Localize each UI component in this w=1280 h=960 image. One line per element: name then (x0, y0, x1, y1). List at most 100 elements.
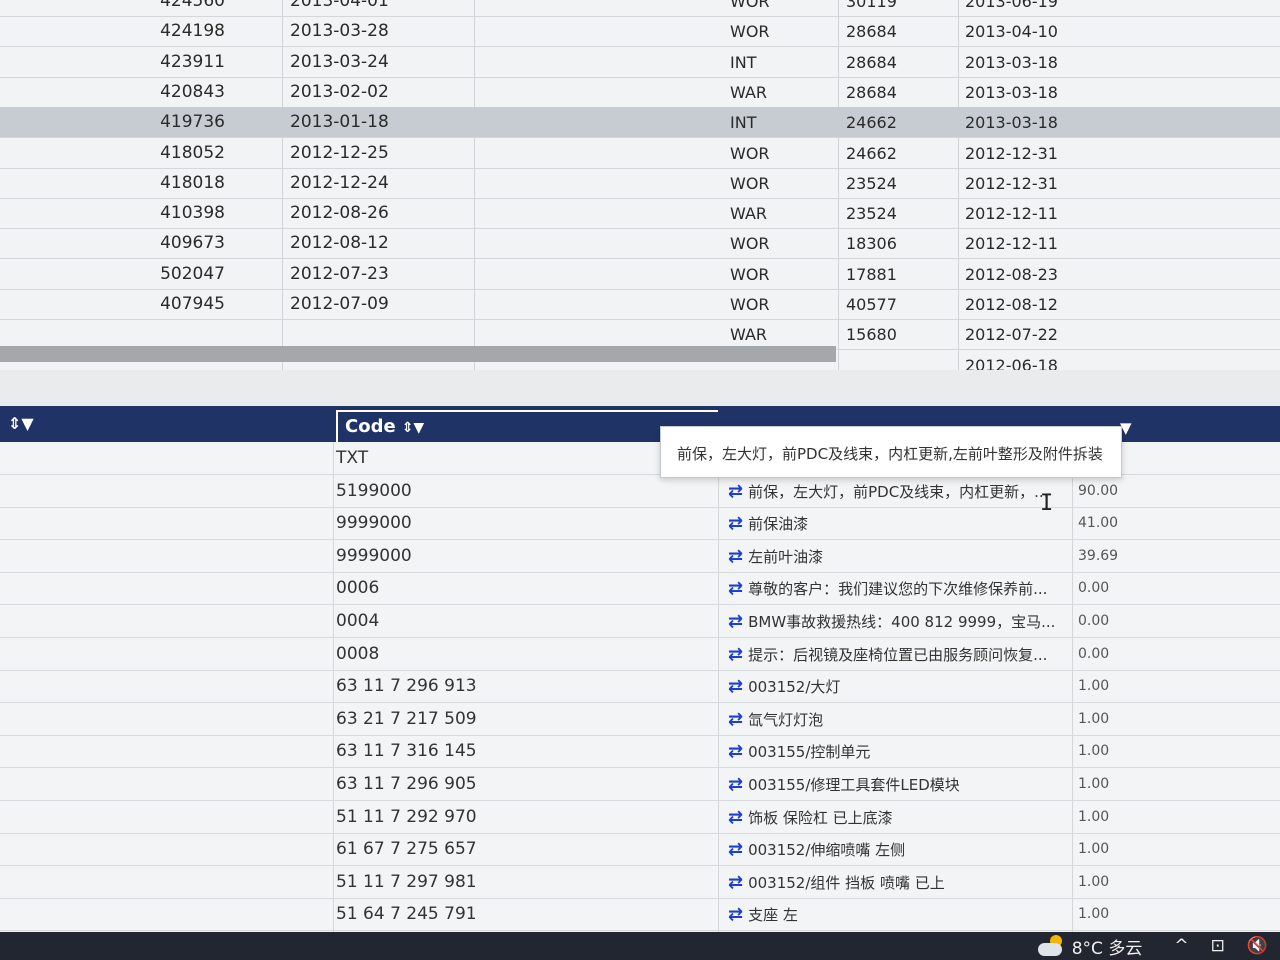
table-row[interactable]: 9999000 ⇄ 前保油漆 41.00 (0, 507, 1280, 541)
swap-arrows-icon[interactable]: ⇄ (728, 709, 743, 730)
quantity-cell: 1.00 (1078, 873, 1110, 890)
table-row[interactable]: 407945 2012-07-09 WOR 40577 2012-08-12 (0, 289, 1280, 320)
description-cell[interactable]: ⇄ 饰板 保险杠 已上底漆 (728, 801, 1068, 834)
table-row[interactable]: 502047 2012-07-23 WOR 17881 2012-08-23 (0, 259, 1280, 290)
description-cell[interactable]: ⇄ 尊敬的客户：我们建议您的下次维修保养前... (728, 572, 1068, 605)
table-row[interactable]: 61 67 7 275 657 ⇄ 003152/伸缩喷嘴 左侧 1.00 (0, 833, 1280, 867)
table-row[interactable]: 63 21 7 217 509 ⇄ 氙气灯灯泡 1.00 (0, 703, 1280, 736)
description-cell[interactable]: ⇄ 003152/大灯 (728, 670, 1068, 703)
swap-arrows-icon[interactable]: ⇄ (728, 513, 743, 534)
table-row[interactable]: 0008 ⇄ 提示：后视镜及座椅位置已由服务顾问恢复... 0.00 (0, 638, 1280, 671)
description-cell[interactable]: ⇄ 003155/修理工具套件LED模块 (728, 768, 1068, 801)
table-row[interactable]: 51 64 7 245 791 ⇄ 支座 左 1.00 (0, 898, 1280, 932)
sort-filter-icon[interactable]: ⇕▼ (8, 406, 34, 442)
order-id-cell: 419736 (160, 112, 225, 133)
table-row[interactable]: 423911 2013-03-24 INT 28684 2013-03-18 (0, 47, 1280, 78)
horizontal-scrollbar[interactable] (0, 346, 836, 362)
end-date-cell: 2012-12-11 (965, 234, 1058, 254)
order-type-cell: INT (730, 52, 757, 72)
quantity-cell: 90.00 (1078, 482, 1119, 499)
description-text: 饰板 保险杠 已上底漆 (748, 808, 893, 827)
order-type-cell: WOR (730, 264, 770, 284)
weather-text[interactable]: 8°C 多云 (1072, 934, 1143, 959)
description-cell[interactable]: ⇄ 前保，左大灯，前PDC及线束，内杠更新，... (728, 475, 1068, 508)
code-cell: 51 64 7 245 791 (336, 904, 477, 925)
description-cell[interactable]: ⇄ 003152/伸缩喷嘴 左侧 (728, 833, 1068, 866)
swap-arrows-icon[interactable]: ⇄ (728, 676, 743, 697)
weather-cloud-icon[interactable] (1037, 935, 1064, 957)
quantity-cell: 1.00 (1078, 710, 1110, 727)
order-id-cell: 420843 (160, 81, 225, 102)
description-cell[interactable]: ⇄ 提示：后视镜及座椅位置已由服务顾问恢复... (728, 638, 1068, 671)
table-row[interactable]: 5199000 ⇄ 前保，左大灯，前PDC及线束，内杠更新，... 90.00 (0, 475, 1280, 508)
swap-arrows-icon[interactable]: ⇄ (728, 904, 743, 925)
volume-muted-icon[interactable]: 🔇 (1247, 936, 1268, 956)
table-row[interactable]: 51 11 7 292 970 ⇄ 饰板 保险杠 已上底漆 1.00 (0, 801, 1280, 834)
swap-arrows-icon[interactable]: ⇄ (728, 774, 743, 795)
code-cell: 63 21 7 217 509 (336, 708, 477, 729)
mileage-cell: 24662 (846, 143, 897, 163)
sort-filter-icon[interactable]: ⇕▼ (402, 420, 425, 436)
description-cell[interactable]: ⇄ 003152/组件 挡板 喷嘴 已上 (728, 866, 1068, 899)
swap-arrows-icon[interactable]: ⇄ (728, 741, 743, 762)
table-row[interactable]: 424198 2013-03-28 WOR 28684 2013-04-10 (0, 16, 1280, 48)
code-cell: 61 67 7 275 657 (336, 839, 477, 860)
swap-arrows-icon[interactable]: ⇄ (728, 481, 743, 502)
order-type-cell: WOR (730, 143, 770, 163)
swap-arrows-icon[interactable]: ⇄ (728, 578, 743, 599)
description-cell[interactable]: ⇄ 003155/控制单元 (728, 735, 1068, 768)
end-date-cell: 2012-08-23 (965, 264, 1058, 284)
end-date-cell: 2013-06-19 (965, 0, 1058, 11)
description-text: 左前叶油漆 (748, 547, 824, 566)
table-row[interactable]: 410398 2012-08-26 WAR 23524 2012-12-11 (0, 198, 1280, 230)
swap-arrows-icon[interactable]: ⇄ (728, 546, 743, 567)
table-row[interactable]: 420843 2013-02-02 WAR 28684 2013-03-18 (0, 77, 1280, 108)
swap-arrows-icon[interactable]: ⇄ (728, 807, 743, 828)
description-cell[interactable]: ⇄ 氙气灯灯泡 (728, 703, 1068, 736)
table-row[interactable]: 418052 2012-12-25 WOR 24662 2012-12-31 (0, 138, 1280, 169)
swap-arrows-icon[interactable]: ⇄ (728, 644, 743, 665)
table-row[interactable]: 9999000 ⇄ 左前叶油漆 39.69 (0, 540, 1280, 573)
description-text: 前保油漆 (748, 515, 809, 534)
service-history-table: 424560 2013-04-01 WOR 30119 2013-06-19 424198… (0, 0, 1280, 370)
swap-arrows-icon[interactable]: ⇄ (728, 839, 743, 860)
mileage-cell: 23524 (846, 204, 897, 224)
table-row[interactable]: 0006 ⇄ 尊敬的客户：我们建议您的下次维修保养前... 0.00 (0, 572, 1280, 606)
swap-arrows-icon[interactable]: ⇄ (728, 872, 743, 893)
table-row[interactable]: 409673 2012-08-12 WOR 18306 2012-12-11 (0, 228, 1280, 260)
table-row[interactable]: 63 11 7 316 145 ⇄ 003155/控制单元 1.00 (0, 735, 1280, 769)
swap-arrows-icon[interactable]: ⇄ (728, 611, 743, 632)
mileage-cell: 18306 (846, 234, 897, 254)
code-cell: 9999000 (336, 545, 412, 566)
taskbar: 8°C 多云 ^ ⊡ 🔇 (0, 932, 1280, 960)
description-cell[interactable]: ⇄ BMW事故救援热线：400 812 9999，宝马... (728, 605, 1068, 638)
table-row[interactable]: 0004 ⇄ BMW事故救援热线：400 812 9999，宝马... 0.00 (0, 605, 1280, 638)
mileage-cell: 24662 (846, 113, 897, 133)
description-text: 前保，左大灯，前PDC及线束，内杠更新，... (748, 482, 1049, 501)
quantity-cell: 0.00 (1078, 580, 1110, 597)
order-date-cell: 2012-08-12 (290, 233, 389, 254)
order-date-cell: 2013-03-28 (290, 21, 389, 42)
description-cell[interactable]: ⇄ 前保油漆 (728, 507, 1068, 540)
chevron-up-icon[interactable]: ^ (1174, 936, 1188, 956)
description-cell[interactable]: ⇄ 左前叶油漆 (728, 540, 1068, 573)
network-icon[interactable]: ⊡ (1211, 936, 1225, 956)
order-id-cell: 418052 (160, 142, 225, 163)
table-row[interactable]: 51 11 7 297 981 ⇄ 003152/组件 挡板 喷嘴 已上 1.00 (0, 866, 1280, 899)
table-row[interactable]: 63 11 7 296 913 ⇄ 003152/大灯 1.00 (0, 670, 1280, 704)
table-row[interactable]: 418018 2012-12-24 WOR 23524 2012-12-31 (0, 168, 1280, 199)
order-date-cell: 2012-12-25 (290, 142, 389, 163)
table-row[interactable]: 63 11 7 296 905 ⇄ 003155/修理工具套件LED模块 1.00 (0, 768, 1280, 801)
mileage-cell: 28684 (846, 22, 897, 42)
table-row[interactable]: 419736 2013-01-18 INT 24662 2013-03-18 (0, 107, 1280, 139)
description-text: BMW事故救援热线：400 812 9999，宝马... (748, 613, 1056, 631)
order-date-cell: 2012-08-26 (290, 203, 389, 224)
table-row[interactable]: 424560 2013-04-01 WOR 30119 2013-06-19 (0, 0, 1280, 17)
code-cell: 0006 (336, 578, 380, 599)
mileage-cell: 15680 (846, 325, 897, 345)
quantity-cell: 39.69 (1078, 547, 1119, 564)
quantity-cell: 1.00 (1078, 841, 1110, 858)
description-text: 003155/控制单元 (748, 743, 871, 762)
order-date-cell: 2012-07-09 (290, 294, 389, 314)
description-cell[interactable]: ⇄ 支座 左 (728, 898, 1068, 931)
